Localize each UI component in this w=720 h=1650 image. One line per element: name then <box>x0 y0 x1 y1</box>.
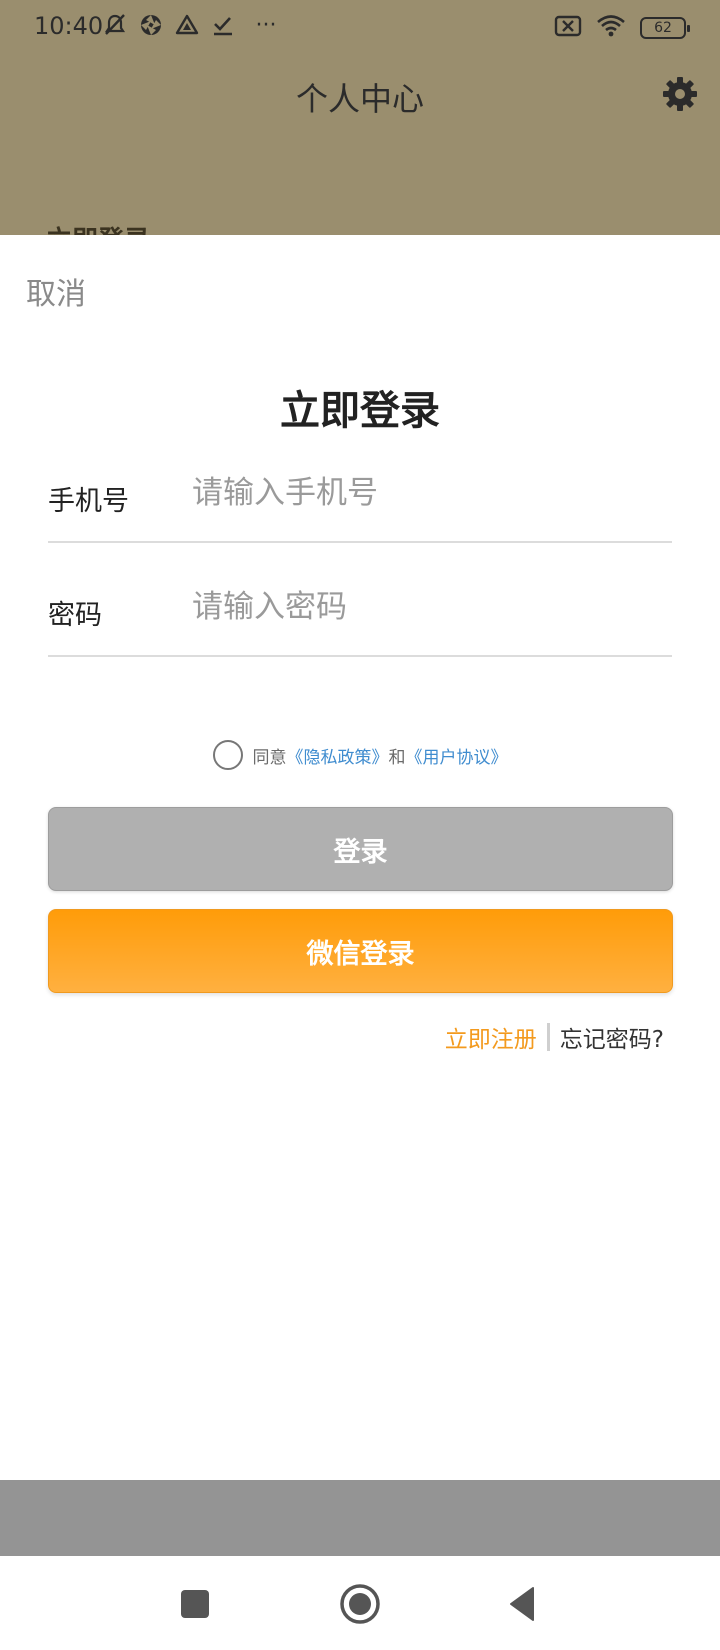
forgot-password-link[interactable]: 忘记密码? <box>560 1020 664 1054</box>
status-time: 10:40 <box>34 12 104 40</box>
wifi-icon <box>596 14 626 42</box>
status-bar: 10:40 ··· 62 <box>0 0 720 54</box>
sim-off-icon <box>554 14 582 42</box>
back-triangle-icon[interactable] <box>503 1582 547 1626</box>
agreement-radio[interactable] <box>212 740 243 770</box>
check-icon <box>210 10 236 40</box>
register-link[interactable]: 立即注册 <box>445 1020 537 1054</box>
mute-icon <box>102 10 128 40</box>
battery-icon: 62 <box>640 17 690 39</box>
background-header: 10:40 ··· 62 个人中心 <box>0 0 720 235</box>
link-divider <box>546 1023 550 1051</box>
sheet-title: 立即登录 <box>280 388 440 434</box>
home-circle-icon[interactable] <box>338 1582 382 1626</box>
agreement-and: 和 <box>388 747 406 768</box>
status-system-icons: 62 <box>554 14 690 42</box>
privacy-policy-link[interactable]: 《隐私政策》 <box>287 748 389 768</box>
password-field: 密码 <box>48 557 672 657</box>
navigation-bar <box>0 1556 720 1650</box>
gear-icon[interactable] <box>660 74 700 114</box>
phone-input[interactable] <box>192 465 662 521</box>
password-label: 密码 <box>48 600 102 631</box>
battery-level: 62 <box>654 20 672 36</box>
more-notifications: ··· <box>255 12 277 38</box>
user-agreement-link[interactable]: 《用户协议》 <box>406 748 508 768</box>
agreement-prefix: 同意 <box>252 747 287 768</box>
agreement-row: 同意《隐私政策》和《用户协议》 <box>0 740 720 770</box>
page-title: 个人中心 <box>295 80 424 118</box>
status-notification-icons: ··· <box>102 10 286 40</box>
aperture-icon <box>138 10 164 40</box>
login-button[interactable]: 登录 <box>48 807 673 891</box>
wechat-login-button[interactable]: 微信登录 <box>48 909 673 993</box>
drive-icon <box>174 10 200 40</box>
background-dim-overlay <box>0 1480 720 1556</box>
account-links: 立即注册 忘记密码? <box>445 1020 664 1054</box>
password-input[interactable] <box>192 579 662 635</box>
login-sheet: 取消 立即登录 手机号 密码 同意《隐私政策》和《用户协议》 登录 微信登录 立… <box>0 235 720 1480</box>
phone-field: 手机号 <box>48 443 672 543</box>
phone-label: 手机号 <box>48 486 129 517</box>
cancel-button[interactable]: 取消 <box>26 269 86 313</box>
background-login-text: 立即登录 <box>46 220 150 235</box>
recents-square-icon[interactable] <box>173 1582 217 1626</box>
